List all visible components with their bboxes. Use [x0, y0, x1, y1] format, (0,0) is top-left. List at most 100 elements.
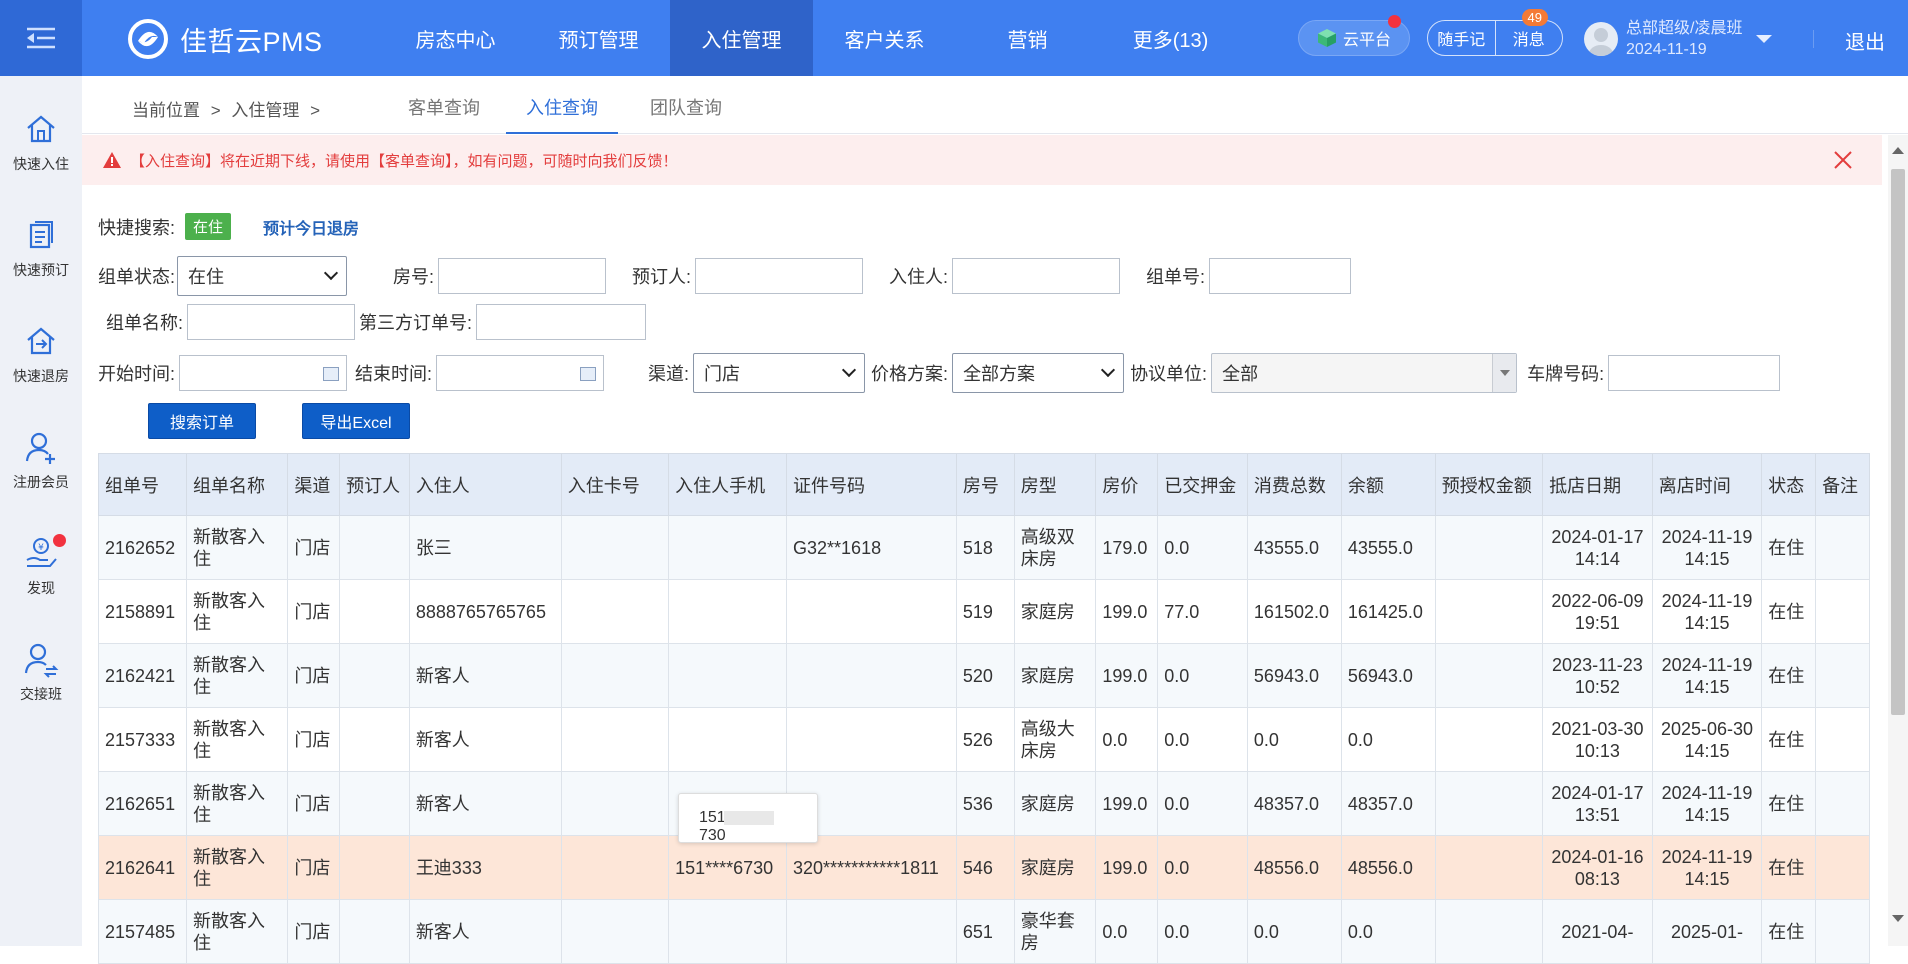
- cloud-platform-button[interactable]: 云平台: [1298, 15, 1410, 56]
- end-time-field[interactable]: [436, 355, 605, 391]
- table-cell: 家庭房: [1013, 835, 1097, 900]
- third-party-input[interactable]: [476, 304, 647, 340]
- quick-link-due-out-today[interactable]: 预计今日退房: [263, 215, 359, 239]
- vertical-scrollbar[interactable]: [1888, 135, 1908, 946]
- nav-checkin[interactable]: 入住管理: [670, 0, 813, 76]
- table-cell: 520: [955, 643, 1015, 708]
- guest-input[interactable]: [952, 258, 1121, 294]
- calendar-icon[interactable]: [323, 367, 340, 381]
- group-name-input[interactable]: [187, 304, 356, 340]
- table-row[interactable]: 2162641 新散客入住 门店 王迪333 151****6730 320*******…: [98, 835, 1870, 900]
- sidebar-item-discover[interactable]: ¥ 发现: [0, 534, 82, 624]
- calendar-icon[interactable]: [580, 367, 597, 381]
- start-time-input[interactable]: [179, 355, 348, 391]
- logo-icon: [128, 19, 168, 59]
- start-time-field[interactable]: [179, 355, 348, 391]
- tab-order-query[interactable]: 客单查询: [408, 94, 480, 134]
- table-cell: 199.0: [1095, 643, 1159, 708]
- table-cell: 门店: [287, 771, 341, 836]
- column-header[interactable]: 备注: [1815, 453, 1870, 516]
- close-icon[interactable]: [1832, 149, 1854, 171]
- sidebar-label: 交接班: [20, 686, 62, 702]
- sidebar-item-quick-checkin[interactable]: 快速入住: [0, 110, 82, 200]
- table-cell: 320***********1811: [786, 835, 957, 900]
- table-cell: 179.0: [1095, 515, 1159, 580]
- column-header[interactable]: 消费总数: [1246, 453, 1342, 516]
- table-cell: 0.0: [1157, 643, 1248, 708]
- breadcrumb-current-position: 当前位置: [132, 101, 200, 120]
- room-input[interactable]: [438, 258, 607, 294]
- tab-group-query[interactable]: 团队查询: [650, 94, 722, 134]
- export-excel-button[interactable]: 导出Excel: [302, 403, 410, 439]
- column-header[interactable]: 预订人: [339, 453, 410, 516]
- table-cell: [668, 579, 788, 644]
- agreement-select[interactable]: 全部: [1211, 353, 1518, 393]
- column-header[interactable]: 抵店日期: [1542, 453, 1653, 516]
- table-row[interactable]: 2162652 新散客入住 门店 张三 G32**1618 518 高级双床房 179.0 0.…: [98, 515, 1870, 580]
- scroll-down-arrow-icon[interactable]: [1892, 915, 1904, 922]
- table-row[interactable]: 2157485 新散客入住 门店 新客人 651 豪华套房 0.0 0.0 0.0 0.0 2021…: [98, 899, 1870, 964]
- nav-crm[interactable]: 客户关系: [813, 0, 956, 76]
- column-header[interactable]: 渠道: [287, 453, 341, 516]
- app-logo[interactable]: 佳哲云PMS: [128, 19, 323, 59]
- table-row[interactable]: 2162421 新散客入住 门店 新客人 520 家庭房 199.0 0.0 56943.0 56…: [98, 643, 1870, 708]
- quick-tag-in-house[interactable]: 在住: [185, 213, 232, 240]
- column-header[interactable]: 状态: [1761, 453, 1817, 516]
- channel-select[interactable]: 门店: [693, 353, 866, 393]
- table-cell: [339, 835, 410, 900]
- price-plan-select[interactable]: 全部方案: [952, 353, 1125, 393]
- main-content: 【入住查询】将在近期下线，请使用【客单查询】，如有问题，可随时向我们反馈！ 快捷…: [82, 135, 1888, 964]
- plate-input[interactable]: [1608, 355, 1781, 391]
- table-cell: 2024-11-19 14:15: [1651, 835, 1763, 900]
- sidebar-item-quick-checkout[interactable]: 快速退房: [0, 322, 82, 412]
- nav-more[interactable]: 更多(13): [1099, 0, 1242, 76]
- table-row[interactable]: 2157333 新散客入住 门店 新客人 526 高级大床房 0.0 0.0 0.0 0.0 202…: [98, 707, 1870, 772]
- table-cell: 在住: [1761, 515, 1817, 580]
- messages-button[interactable]: 消息: [1494, 21, 1563, 55]
- tab-checkin-query[interactable]: 入住查询: [506, 94, 618, 134]
- column-header[interactable]: 入住人: [408, 453, 562, 516]
- sidebar-item-quick-booking[interactable]: 快速预订: [0, 216, 82, 306]
- table-cell: 新散客入住: [185, 643, 289, 708]
- scrollbar-thumb[interactable]: [1891, 169, 1905, 715]
- table-cell: [339, 643, 410, 708]
- column-header[interactable]: 房型: [1013, 453, 1097, 516]
- table-cell: [668, 707, 788, 772]
- table-row[interactable]: 2162651 新散客入住 门店 新客人 536 家庭房 199.0 0.0 48357.0 48…: [98, 771, 1870, 836]
- table-row[interactable]: 2158891 新散客入住 门店 8888765765765 519 家庭房 199.0 77…: [98, 579, 1870, 644]
- scroll-up-arrow-icon[interactable]: [1892, 147, 1904, 154]
- column-header[interactable]: 证件号码: [786, 453, 957, 516]
- logout-button[interactable]: 退出: [1845, 26, 1885, 55]
- column-header[interactable]: 入住人手机: [668, 453, 788, 516]
- column-header[interactable]: 组单名称: [185, 453, 289, 516]
- user-menu[interactable]: 总部超级/凌晨班 2024-11-19: [1584, 18, 1773, 60]
- column-header[interactable]: 预授权金额: [1434, 453, 1544, 516]
- nav-marketing[interactable]: 营销: [956, 0, 1099, 76]
- booker-input[interactable]: [695, 258, 864, 294]
- status-select[interactable]: 在住: [177, 256, 348, 296]
- group-no-input[interactable]: [1209, 258, 1352, 294]
- sidebar-item-register-member[interactable]: 注册会员: [0, 428, 82, 518]
- column-header[interactable]: 离店时间: [1651, 453, 1763, 516]
- table-cell: 新客人: [408, 707, 562, 772]
- column-header[interactable]: 组单号: [98, 453, 187, 516]
- column-header[interactable]: 入住卡号: [560, 453, 670, 516]
- search-orders-button[interactable]: 搜索订单: [148, 403, 256, 439]
- column-header[interactable]: 房号: [955, 453, 1015, 516]
- table-cell: 家庭房: [1013, 579, 1097, 644]
- table-cell: 0.0: [1246, 899, 1342, 964]
- notes-button[interactable]: 随手记: [1428, 21, 1495, 55]
- column-header[interactable]: 房价: [1095, 453, 1159, 516]
- column-header[interactable]: 已交押金: [1157, 453, 1248, 516]
- table-cell: 在住: [1761, 579, 1817, 644]
- column-header[interactable]: 余额: [1340, 453, 1436, 516]
- nav-room-status[interactable]: 房态中心: [384, 0, 527, 76]
- table-cell: 2024-01-16 08:13: [1542, 835, 1653, 900]
- nav-reservations[interactable]: 预订管理: [527, 0, 670, 76]
- table-cell: 519: [955, 579, 1015, 644]
- table-cell: 48556.0: [1340, 835, 1436, 900]
- menu-toggle-button[interactable]: [0, 0, 82, 76]
- end-time-input[interactable]: [436, 355, 605, 391]
- breadcrumb-section[interactable]: 入住管理: [231, 101, 299, 120]
- sidebar-item-shift-handover[interactable]: 交接班: [0, 640, 82, 730]
